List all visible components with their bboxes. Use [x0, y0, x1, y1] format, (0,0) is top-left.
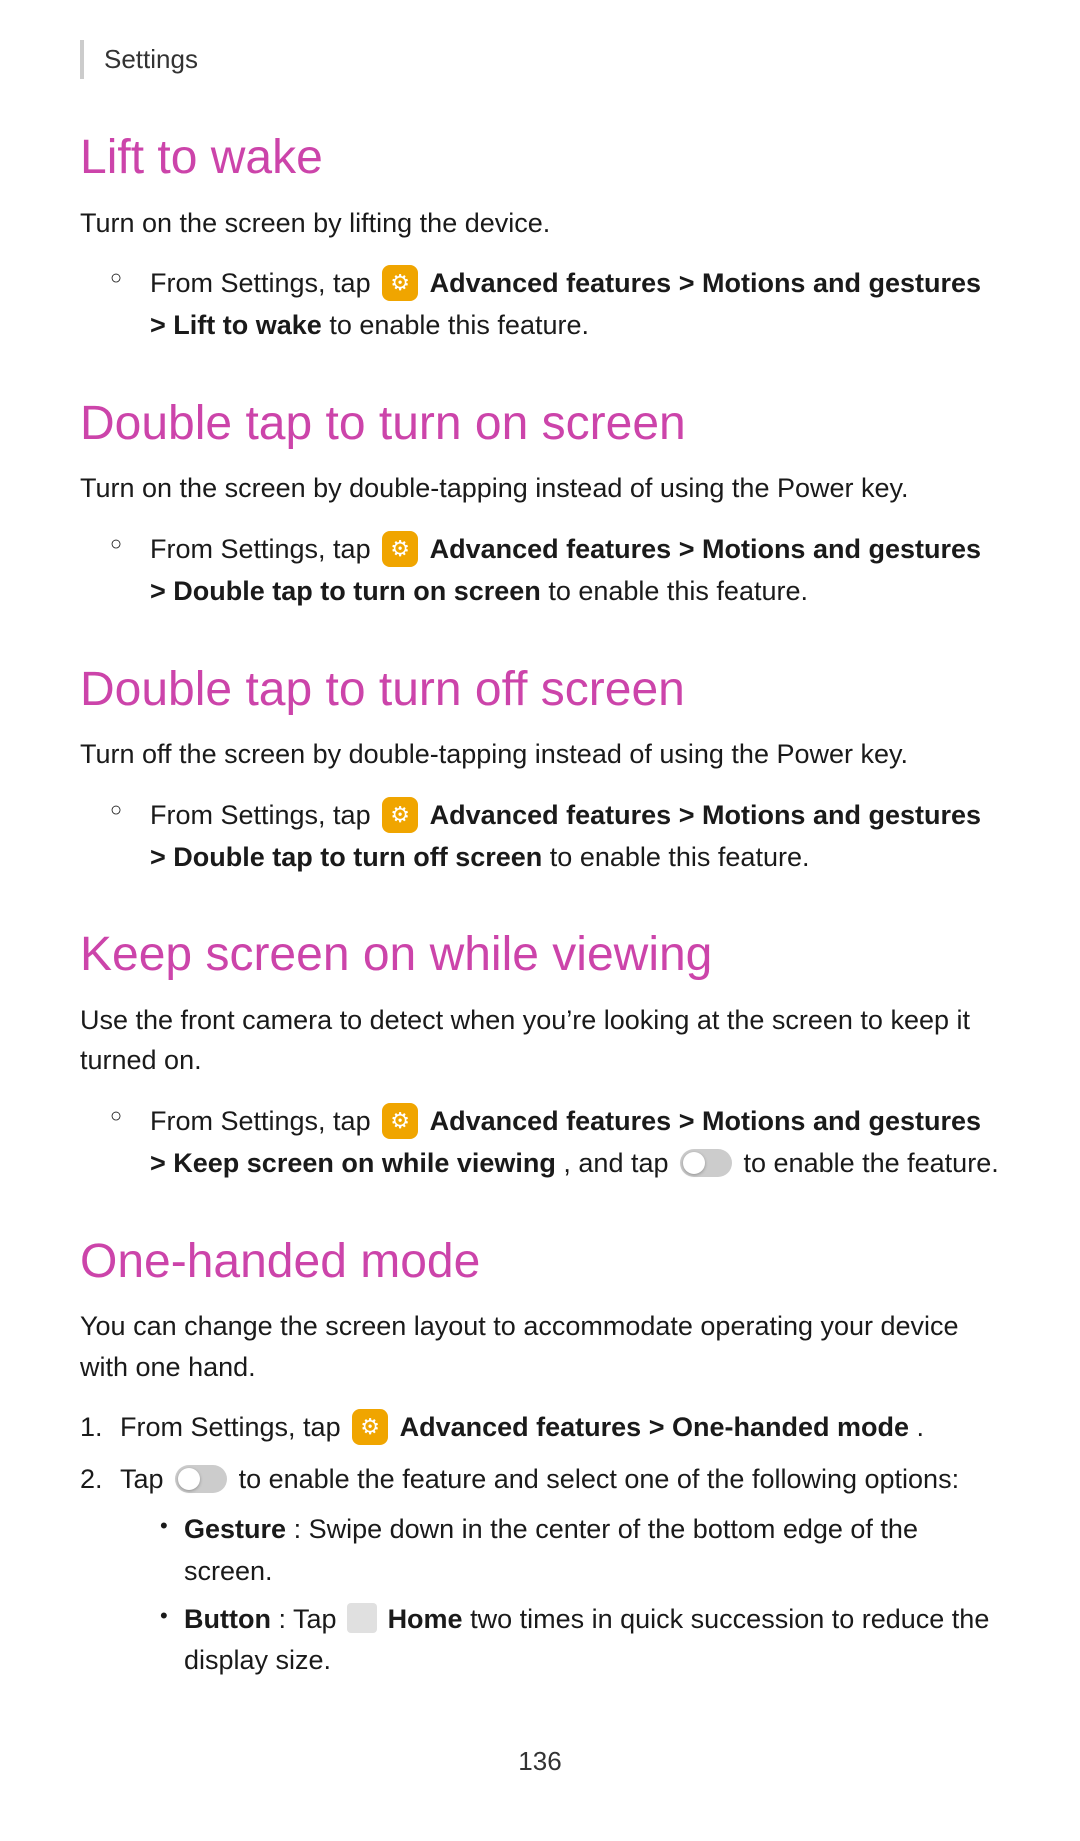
bullet-item: From Settings, tap Advanced features > M…	[110, 795, 1000, 879]
text-before: From Settings, tap	[150, 534, 378, 564]
ordered-list-one-handed: From Settings, tap Advanced features > O…	[80, 1407, 1000, 1682]
section-keep-screen-on: Keep screen on while viewing Use the fro…	[80, 926, 1000, 1184]
text-before: From Settings, tap	[150, 268, 378, 298]
section-desc-lift-to-wake: Turn on the screen by lifting the device…	[80, 203, 1000, 244]
header-label: Settings	[104, 44, 198, 74]
gesture-text: : Swipe down in the center of the bottom…	[184, 1514, 918, 1586]
sub-bullet-gesture: Gesture : Swipe down in the center of th…	[160, 1509, 1000, 1593]
button-text-before: : Tap	[278, 1604, 344, 1634]
ordered-item-2: Tap to enable the feature and select one…	[110, 1459, 1000, 1682]
button-label: Button	[184, 1604, 271, 1634]
home-icon	[347, 1603, 377, 1633]
section-desc-one-handed-mode: You can change the screen layout to acco…	[80, 1306, 1000, 1387]
ordered-item-1: From Settings, tap Advanced features > O…	[110, 1407, 1000, 1449]
bullet-list-lift-to-wake: From Settings, tap Advanced features > M…	[80, 263, 1000, 347]
sub-bullet-list: Gesture : Swipe down in the center of th…	[120, 1509, 1000, 1682]
bullet-item: From Settings, tap Advanced features > M…	[110, 529, 1000, 613]
text-after: to enable this feature.	[548, 576, 808, 606]
bullet-list-keep-screen-on: From Settings, tap Advanced features > M…	[80, 1101, 1000, 1185]
text-after: to enable this feature.	[550, 842, 810, 872]
toggle-icon	[175, 1465, 227, 1493]
path-text: Advanced features > One-handed mode	[400, 1412, 909, 1442]
bullet-item: From Settings, tap Advanced features > M…	[110, 263, 1000, 347]
section-desc-keep-screen-on: Use the front camera to detect when you’…	[80, 1000, 1000, 1081]
text-before: Tap	[120, 1464, 171, 1494]
page-number-text: 136	[518, 1746, 561, 1776]
bullet-list-double-tap-on: From Settings, tap Advanced features > M…	[80, 529, 1000, 613]
text-after: to enable this feature.	[329, 310, 589, 340]
home-label: Home	[388, 1604, 463, 1634]
section-title-double-tap-on: Double tap to turn on screen	[80, 395, 1000, 453]
text-connector: , and tap	[563, 1148, 676, 1178]
sub-bullet-button: Button : Tap Home two times in quick suc…	[160, 1599, 1000, 1683]
settings-icon	[382, 797, 418, 833]
settings-icon	[352, 1409, 388, 1445]
section-double-tap-on: Double tap to turn on screen Turn on the…	[80, 395, 1000, 613]
section-title-lift-to-wake: Lift to wake	[80, 129, 1000, 187]
text-before: From Settings, tap	[150, 800, 378, 830]
page-number: 136	[80, 1742, 1000, 1781]
bullet-item: From Settings, tap Advanced features > M…	[110, 1101, 1000, 1185]
text-before: From Settings, tap	[150, 1106, 378, 1136]
settings-icon	[382, 1103, 418, 1139]
settings-icon	[382, 531, 418, 567]
page-header: Settings	[80, 40, 1000, 79]
section-title-keep-screen-on: Keep screen on while viewing	[80, 926, 1000, 984]
settings-icon	[382, 265, 418, 301]
section-double-tap-off: Double tap to turn off screen Turn off t…	[80, 661, 1000, 879]
text-end: to enable the feature.	[744, 1148, 999, 1178]
section-lift-to-wake: Lift to wake Turn on the screen by lifti…	[80, 129, 1000, 347]
gesture-label: Gesture	[184, 1514, 286, 1544]
section-title-one-handed-mode: One-handed mode	[80, 1233, 1000, 1291]
section-title-double-tap-off: Double tap to turn off screen	[80, 661, 1000, 719]
section-one-handed-mode: One-handed mode You can change the scree…	[80, 1233, 1000, 1683]
bullet-list-double-tap-off: From Settings, tap Advanced features > M…	[80, 795, 1000, 879]
text-before: From Settings, tap	[120, 1412, 348, 1442]
section-desc-double-tap-on: Turn on the screen by double-tapping ins…	[80, 468, 1000, 509]
section-desc-double-tap-off: Turn off the screen by double-tapping in…	[80, 734, 1000, 775]
text-after: to enable the feature and select one of …	[239, 1464, 960, 1494]
text-after: .	[917, 1412, 925, 1442]
toggle-icon	[680, 1149, 732, 1177]
